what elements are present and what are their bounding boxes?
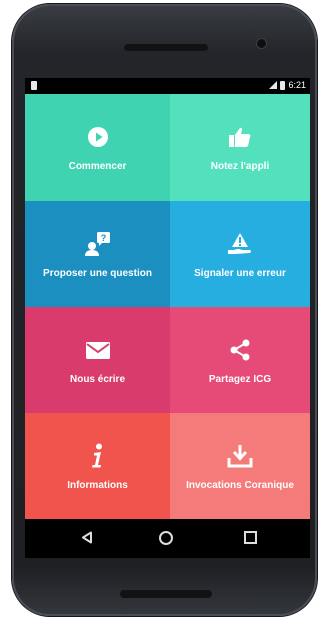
back-icon[interactable]	[81, 531, 93, 549]
tile-label: Notez l'appli	[210, 161, 270, 172]
invocations-tile[interactable]: Invocations Coranique	[170, 413, 310, 519]
tile-label: Partagez ICG	[208, 373, 272, 385]
play-circle-icon	[87, 123, 109, 151]
share-tile[interactable]: Partagez ICG	[170, 307, 310, 413]
signal-icon	[269, 81, 278, 89]
home-icon[interactable]	[159, 531, 173, 545]
bottom-speaker	[120, 590, 212, 598]
screen: 6:21 Commencer Notez l'appli ? Proposer …	[25, 78, 310, 558]
status-time: 6:21	[288, 80, 306, 90]
tile-label: Informations	[67, 479, 128, 491]
battery-icon	[280, 80, 286, 90]
user-question-icon: ?	[84, 230, 112, 258]
svg-text:?: ?	[100, 233, 106, 243]
information-tile[interactable]: Informations	[25, 413, 170, 519]
notification-icon	[31, 81, 37, 90]
warning-hand-icon	[226, 230, 254, 258]
recent-apps-icon[interactable]	[244, 531, 257, 544]
tile-label: Nous écrire	[69, 373, 126, 385]
info-icon	[90, 442, 106, 470]
status-bar: 6:21	[25, 78, 310, 94]
thumbs-up-icon	[228, 123, 252, 151]
share-icon	[228, 336, 252, 364]
tile-label: Proposer une question	[43, 267, 152, 279]
tile-label: Invocations Coranique	[186, 479, 294, 491]
report-error-tile[interactable]: Signaler une erreur	[170, 201, 310, 307]
tile-label: Signaler une erreur	[194, 267, 286, 279]
tile-label: Commencer	[68, 161, 127, 172]
front-camera	[256, 38, 267, 49]
menu-grid: Commencer Notez l'appli ? Proposer une q…	[25, 94, 310, 519]
contact-us-tile[interactable]: Nous écrire	[25, 307, 170, 413]
rate-app-tile[interactable]: Notez l'appli	[170, 94, 310, 201]
navigation-bar	[25, 519, 310, 558]
envelope-icon	[85, 336, 111, 364]
earpiece-speaker	[124, 44, 208, 51]
propose-question-tile[interactable]: ? Proposer une question	[25, 201, 170, 307]
download-icon	[227, 442, 253, 470]
commencer-tile[interactable]: Commencer	[25, 94, 170, 201]
